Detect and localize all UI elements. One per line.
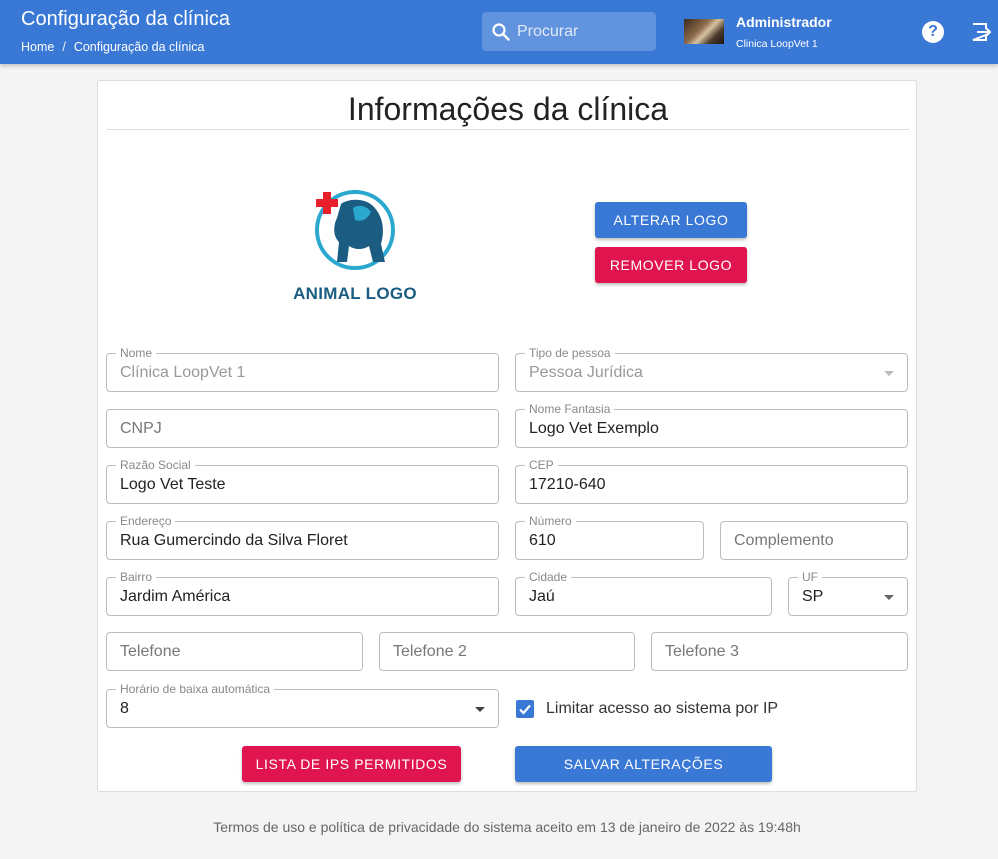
uf-label: UF [798, 570, 822, 584]
breadcrumb-home[interactable]: Home [21, 40, 54, 54]
search-input[interactable] [517, 22, 647, 41]
clinic-logo: ANIMAL LOGO [293, 186, 417, 306]
nome-fantasia-label: Nome Fantasia [525, 402, 615, 416]
uf-value: SP [802, 588, 824, 605]
logout-icon[interactable] [970, 21, 992, 43]
razao-social-label: Razão Social [116, 458, 195, 472]
telefone2-field[interactable]: Telefone 2 [379, 632, 635, 671]
nome-field[interactable]: Nome Clínica LoopVet 1 [106, 346, 499, 392]
terms-footer: Termos de uso e política de privacidade … [213, 819, 801, 835]
cep-value: 17210-640 [529, 476, 606, 493]
avatar[interactable] [684, 19, 724, 44]
user-name: Administrador [736, 14, 832, 30]
cidade-label: Cidade [525, 570, 572, 584]
chevron-down-icon [884, 371, 894, 376]
razao-social-field[interactable]: Razão Social Logo Vet Teste [106, 458, 499, 504]
numero-label: Número [525, 514, 576, 528]
logo-text: ANIMAL LOGO [293, 284, 417, 303]
save-changes-button[interactable]: SALVAR ALTERAÇÕES [515, 746, 772, 782]
horario-select[interactable]: Horário de baixa automática 8 [106, 682, 499, 728]
page-title: Configuração da clínica [21, 8, 231, 30]
breadcrumb-separator: / [62, 40, 66, 54]
search-box[interactable] [482, 12, 656, 51]
telefone-field[interactable]: Telefone [106, 632, 363, 671]
tipo-pessoa-select[interactable]: Tipo de pessoa Pessoa Jurídica [515, 346, 908, 392]
nome-fantasia-value: Logo Vet Exemplo [529, 420, 659, 437]
change-logo-button[interactable]: ALTERAR LOGO [595, 202, 747, 238]
breadcrumb: Home / Configuração da clínica [21, 40, 204, 54]
tipo-pessoa-label: Tipo de pessoa [525, 346, 615, 360]
cep-label: CEP [525, 458, 558, 472]
telefone-placeholder: Telefone [120, 643, 181, 660]
top-app-bar: Configuração da clínica Home / Configura… [0, 0, 998, 64]
nome-label: Nome [116, 346, 157, 360]
card-title: Informações da clínica [347, 91, 669, 127]
complemento-field[interactable]: Complemento [720, 521, 908, 560]
numero-value: 610 [529, 532, 556, 549]
complemento-placeholder: Complemento [734, 532, 834, 549]
check-icon [519, 704, 531, 715]
limitar-ip-label[interactable]: Limitar acesso ao sistema por IP [546, 700, 778, 718]
endereco-field[interactable]: Endereço Rua Gumercindo da Silva Floret [106, 514, 499, 560]
endereco-value: Rua Gumercindo da Silva Floret [120, 532, 348, 549]
horario-label: Horário de baixa automática [116, 682, 275, 696]
breadcrumb-current: Configuração da clínica [73, 40, 205, 54]
tipo-pessoa-value: Pessoa Jurídica [529, 364, 643, 381]
horario-value: 8 [120, 700, 129, 717]
telefone3-field[interactable]: Telefone 3 [651, 632, 908, 671]
telefone2-placeholder: Telefone 2 [393, 643, 467, 660]
allowed-ips-button[interactable]: LISTA DE IPS PERMITIDOS [242, 746, 461, 782]
nome-fantasia-field[interactable]: Nome Fantasia Logo Vet Exemplo [515, 402, 908, 448]
cep-field[interactable]: CEP 17210-640 [515, 458, 908, 504]
chevron-down-icon [884, 595, 894, 600]
cidade-field[interactable]: Cidade Jaú [515, 570, 772, 616]
numero-field[interactable]: Número 610 [515, 514, 704, 560]
remove-logo-button[interactable]: REMOVER LOGO [595, 247, 747, 283]
cnpj-field[interactable]: CNPJ [106, 409, 499, 448]
limitar-ip-checkbox[interactable] [516, 700, 534, 718]
cnpj-placeholder: CNPJ [120, 420, 162, 437]
cidade-value: Jaú [529, 588, 555, 605]
logo-graphic [315, 190, 395, 270]
telefone3-placeholder: Telefone 3 [665, 643, 739, 660]
bairro-value: Jardim América [120, 588, 231, 605]
chevron-down-icon [475, 707, 485, 712]
search-icon [491, 22, 511, 42]
nome-value: Clínica LoopVet 1 [120, 364, 246, 381]
user-clinic: Clinica LoopVet 1 [736, 38, 818, 50]
bairro-field[interactable]: Bairro Jardim América [106, 570, 499, 616]
endereco-label: Endereço [116, 514, 176, 528]
divider [107, 129, 909, 130]
razao-social-value: Logo Vet Teste [120, 476, 226, 493]
bairro-label: Bairro [116, 570, 157, 584]
uf-select[interactable]: UF SP [788, 570, 908, 616]
help-icon[interactable]: ? [922, 21, 944, 43]
